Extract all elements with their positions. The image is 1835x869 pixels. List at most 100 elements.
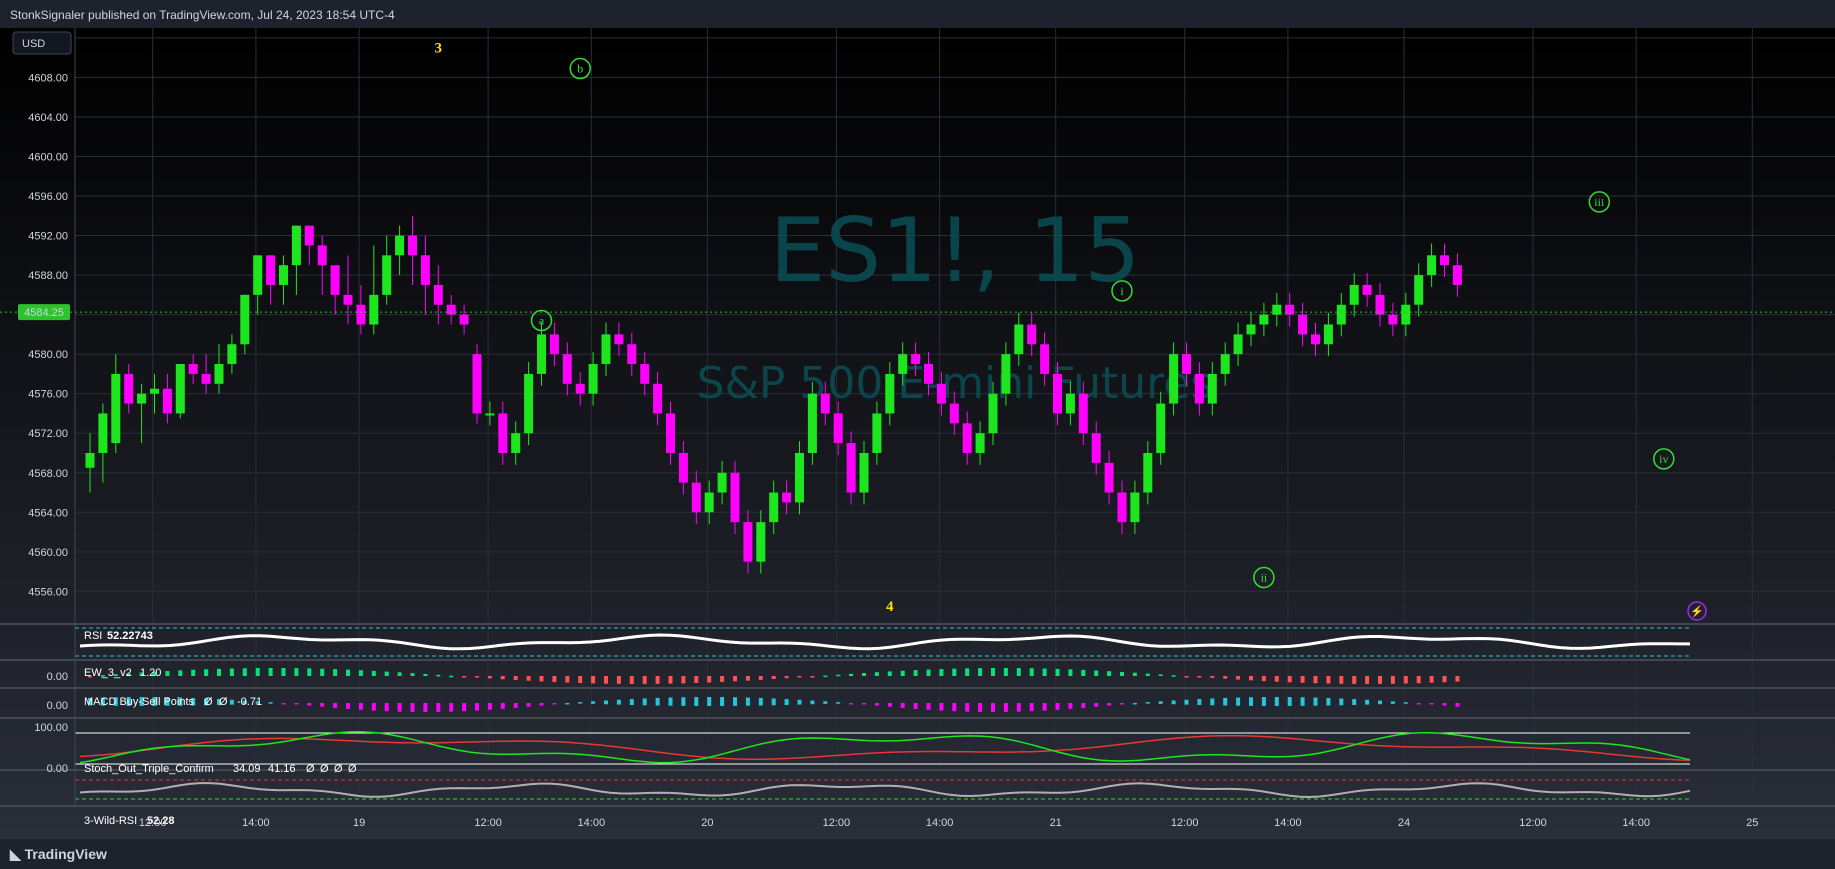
ew-bar [784,676,789,679]
candle-body [485,413,495,416]
macd-bar [784,699,789,705]
candle-body [575,383,585,394]
stoch-label-1: Ø [306,763,315,775]
candle-body [1040,344,1050,374]
candle-body [1207,373,1217,404]
pane-separator [0,623,1835,625]
candle-body [304,225,314,246]
candle-body [1065,393,1075,414]
ew-bar [1339,676,1344,684]
wild-rsi-title: 3-Wild-RSI [84,815,137,827]
wave-label: ii [1261,570,1268,584]
macd-label-1: Ø [204,696,213,708]
candle-body [872,413,882,453]
ew-bar [874,672,879,676]
macd-bar [1184,699,1189,705]
ew-bar [462,676,467,678]
chart-area[interactable]: ES1!, 15 S&P 500 E-mini Futures 3ba4iiii… [0,28,1835,839]
candle-body [1362,284,1372,295]
stoch-value-2: 41.16 [268,763,296,775]
candle-body [949,403,959,424]
macd-bar [1029,703,1034,712]
macd-bar [268,702,273,704]
macd-bar [449,703,454,712]
ew-bar [1184,676,1189,678]
rsi-value: 52.22743 [107,630,153,642]
macd-bar [1236,697,1241,706]
macd-bar [384,703,389,712]
macd-bar [462,703,467,712]
candle-body [395,235,405,256]
macd-bar [836,702,841,704]
ew-bar [1171,675,1176,677]
candle-body [317,245,327,266]
macd-bar [939,703,944,711]
ew-bar [681,676,686,684]
ew-bar [1223,676,1228,679]
candle-body [1246,324,1256,335]
macd-axis-label: 0.00 [47,700,68,712]
candle-body [1156,403,1166,453]
macd-bar [281,703,286,705]
time-tick-label: 12:00 [1519,817,1547,829]
ew-bar [578,676,583,684]
macd-bar [913,703,918,709]
candle-body [601,334,611,365]
stoch-title: Stoch_Out_Triple_Confirm [84,763,214,775]
macd-bar [655,697,660,706]
ew-bar [1455,676,1460,682]
ew-bar [1249,676,1253,681]
price-tick-label: 4560.00 [28,547,68,559]
candle-body [782,492,792,503]
pane-separator [0,687,1835,689]
macd-bar [1132,702,1137,705]
macd-bar [668,697,673,706]
candle-body [240,294,250,345]
ew-bar [268,668,273,676]
tradingview-logo[interactable]: ◣ TradingView [10,846,107,863]
macd-bar [952,703,957,712]
candle-body [666,413,675,453]
ew-bar [591,676,596,684]
ew-bar [423,673,428,676]
ew-bar [655,676,660,684]
candle-body [1014,324,1024,355]
candle-body [98,413,108,453]
wave-label: 4 [886,599,894,615]
candle-body [1323,324,1333,345]
macd-bar [797,699,802,705]
ew-bar [1081,669,1086,676]
candle-body [1336,304,1346,325]
candle-body [1414,275,1424,305]
macd-bar [810,700,815,705]
currency-label: USD [22,38,45,50]
ew-bar [333,669,338,676]
macd-bar [1274,697,1279,706]
candle-body [627,344,637,365]
price-tick-label: 4608.00 [28,72,68,84]
time-tick-label: 12:00 [1171,817,1199,829]
ew-value: 1.20 [140,667,161,679]
macd-bar [1094,703,1099,707]
stoch-axis-bottom: 0.00 [47,763,68,775]
ew-bar [1197,676,1202,678]
wave-label: a [539,314,545,328]
candle-body [614,334,624,345]
candle-body [846,443,856,493]
candle-body [1427,255,1437,276]
ew-bar [500,676,505,680]
candle-body [369,294,379,325]
candle-body [459,314,469,325]
ew-bar [887,671,892,676]
ew-bar [1313,676,1318,684]
macd-bar [333,703,338,708]
candle-body [1143,452,1153,493]
candle-body [356,304,366,325]
ew-bar [771,676,776,680]
macd-bar [1326,697,1331,706]
time-tick-label: 12:00 [474,817,502,829]
ew-bar [707,676,712,683]
tradingview-brand: TradingView [24,846,107,862]
macd-bar [1107,703,1112,706]
macd-bar [513,703,518,708]
